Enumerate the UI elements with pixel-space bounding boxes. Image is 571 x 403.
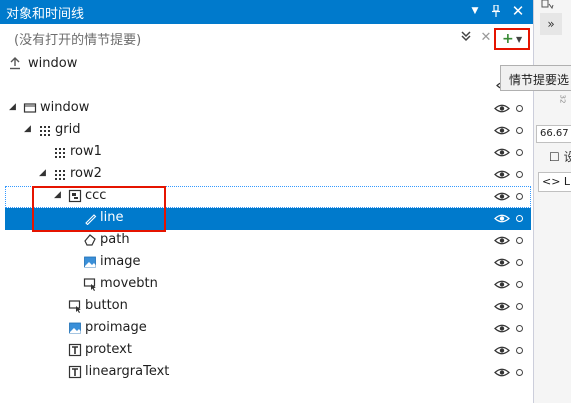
panel-title-bar: 对象和时间线 ▼ ✕ (0, 0, 533, 24)
grid-icon (38, 123, 52, 137)
eye-icon[interactable] (494, 367, 510, 378)
tree-row-label: lineargraText (85, 364, 169, 379)
eye-icon[interactable] (494, 323, 510, 334)
image-icon (83, 255, 97, 269)
eye-icon[interactable] (494, 169, 510, 180)
path-icon (83, 233, 97, 247)
window-position-dropdown-button[interactable]: ▼ (466, 2, 484, 20)
tree-row-lineargratext[interactable]: lineargraText (5, 362, 531, 384)
tree-row-window[interactable]: ◢ window (5, 98, 531, 120)
storyboard-bar: (没有打开的情节提要) ✕ (0, 26, 533, 50)
expand-arrow-icon[interactable]: ◢ (9, 102, 16, 112)
eye-icon[interactable] (494, 235, 510, 246)
tree-row-button[interactable]: button (5, 296, 531, 318)
scope-up-icon (8, 56, 22, 74)
tree-row-image[interactable]: image (5, 252, 531, 274)
grid-icon (53, 167, 67, 181)
grid-icon (53, 145, 67, 159)
button-icon (68, 299, 82, 313)
tree-row-label: protext (85, 342, 132, 357)
eye-icon[interactable] (494, 147, 510, 158)
tree-row-label: row1 (70, 144, 102, 159)
tree-row-label: grid (55, 122, 80, 137)
lock-toggle-icon[interactable] (516, 259, 523, 266)
lock-toggle-icon[interactable] (516, 127, 523, 134)
lock-toggle-icon[interactable] (516, 369, 523, 376)
tree-row-path[interactable]: path (5, 230, 531, 252)
property-number-field[interactable]: 66.67 (536, 125, 571, 143)
tooltip-text: 情节提要选 (509, 71, 569, 88)
lock-toggle-icon[interactable] (516, 347, 523, 354)
ruler-text: 32 (558, 95, 566, 104)
eye-icon[interactable] (494, 345, 510, 356)
eye-icon[interactable] (494, 279, 510, 290)
lock-toggle-icon[interactable] (516, 281, 523, 288)
lock-toggle-icon[interactable] (516, 303, 523, 310)
objects-timeline-panel: 对象和时间线 ▼ ✕ (没有打开的情节提要) ✕ + ▼ window ◢ win… (0, 0, 534, 403)
close-icon[interactable]: ✕ (509, 2, 527, 20)
eye-icon[interactable] (494, 301, 510, 312)
scope-label: window (28, 56, 77, 71)
tree-row-label: button (85, 298, 128, 313)
lock-toggle-icon[interactable] (516, 193, 523, 200)
storyboard-placeholder[interactable]: (没有打开的情节提要) (14, 29, 141, 48)
eye-icon[interactable] (494, 125, 510, 136)
expand-arrow-icon[interactable]: ◢ (24, 124, 31, 134)
eye-icon[interactable] (494, 103, 510, 114)
tree-row-proimage[interactable]: proimage (5, 318, 531, 340)
tree-row-row2[interactable]: ◢ row2 (5, 164, 531, 186)
image-icon (68, 321, 82, 335)
eye-icon[interactable] (494, 191, 510, 202)
tree-row-label: movebtn (100, 276, 158, 291)
tree-row-label: window (40, 100, 89, 115)
tree-row-row1[interactable]: row1 (5, 142, 531, 164)
tree-row-protext[interactable]: protext (5, 340, 531, 362)
eye-icon[interactable] (494, 257, 510, 268)
eye-icon[interactable] (494, 213, 510, 224)
expand-arrow-icon[interactable]: ◢ (39, 168, 46, 178)
window-icon (23, 101, 37, 115)
tree-row-label: proimage (85, 320, 147, 335)
tree-row-movebtn[interactable]: movebtn (5, 274, 531, 296)
pin-icon[interactable] (487, 2, 505, 20)
properties-tab-icon[interactable] (540, 0, 562, 10)
lock-toggle-icon[interactable] (516, 325, 523, 332)
highlight-box (32, 186, 166, 232)
button-icon (83, 277, 97, 291)
plus-icon: + (502, 30, 514, 48)
tree-row-label: image (100, 254, 141, 269)
expand-storyboards-icon[interactable] (458, 30, 474, 46)
tree-row-label: path (100, 232, 130, 247)
lock-toggle-icon[interactable] (516, 149, 523, 156)
tooltip: 情节提要选 (500, 65, 571, 91)
textblock-icon (68, 343, 82, 357)
chevron-down-icon: ▼ (516, 31, 522, 49)
tree-row-grid[interactable]: ◢ grid (5, 120, 531, 142)
tree-row-label: row2 (70, 166, 102, 181)
close-storyboard-icon[interactable]: ✕ (478, 30, 494, 46)
expand-panel-button[interactable]: » (540, 13, 562, 35)
new-storyboard-button[interactable]: + ▼ (494, 28, 530, 50)
lock-toggle-icon[interactable] (516, 215, 523, 222)
lock-toggle-icon[interactable] (516, 171, 523, 178)
textblock-icon (68, 365, 82, 379)
panel-title: 对象和时间线 (6, 3, 84, 22)
property-item-line[interactable]: <> Lin (538, 172, 571, 192)
property-item[interactable]: ☐ 设 (549, 148, 571, 165)
lock-toggle-icon[interactable] (516, 105, 523, 112)
lock-toggle-icon[interactable] (516, 237, 523, 244)
properties-panel-edge (534, 0, 571, 403)
